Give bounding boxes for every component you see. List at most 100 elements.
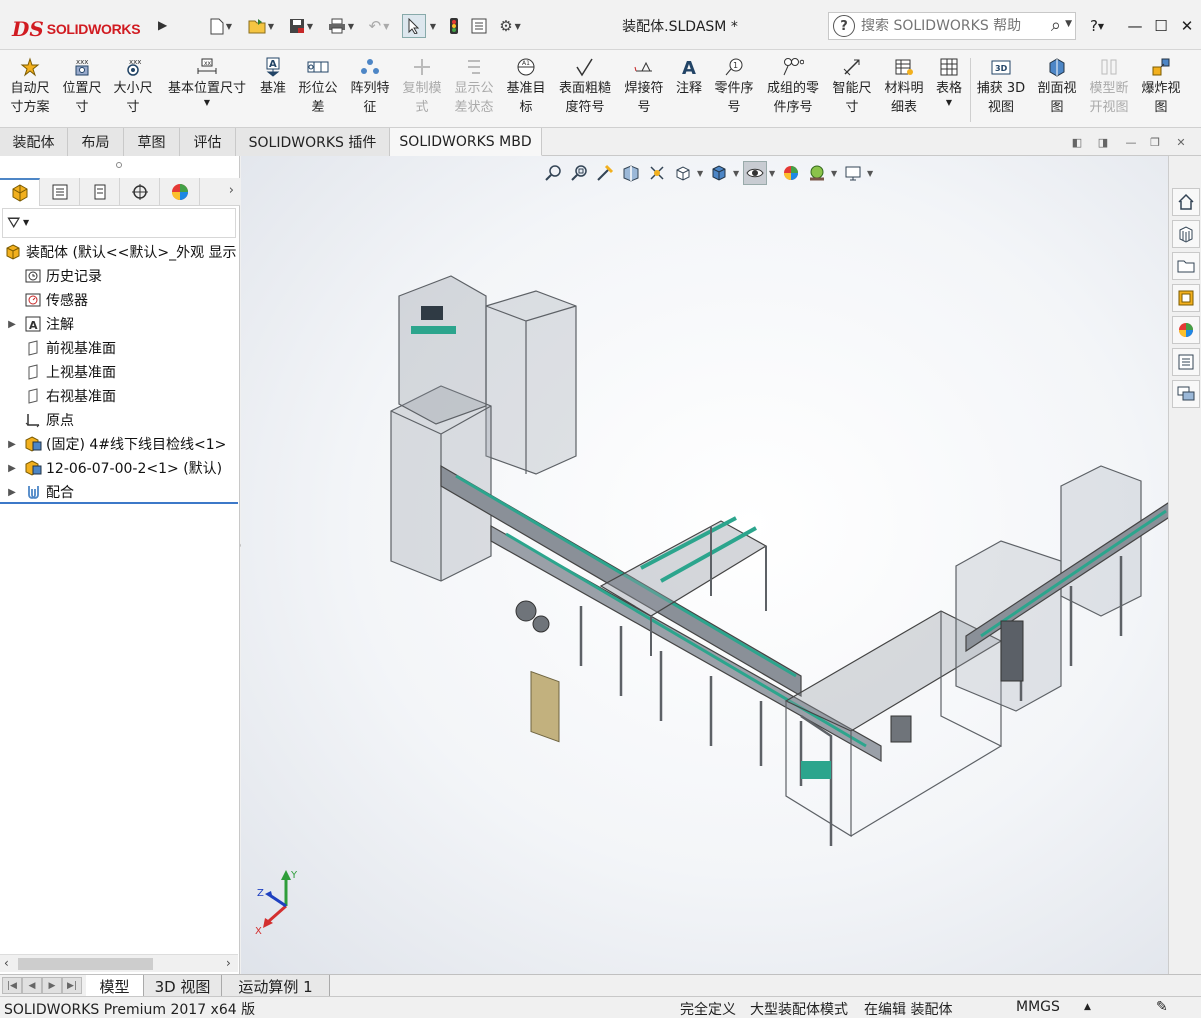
search-dropdown-icon[interactable]: ▼ [1065,19,1072,29]
capture-3d-view-button[interactable]: 3D 捕获 3D 视图 [974,56,1028,117]
filter-dropdown-icon[interactable]: ▼ [23,218,29,227]
size-dimension-button[interactable]: xxx 大小尺 寸 [110,56,156,117]
save-button[interactable]: ▼ [286,14,316,38]
datum-button[interactable]: A 基准 [256,56,290,98]
tree-item-sensors[interactable]: 传感器 [0,288,238,312]
geometric-tolerance-button[interactable]: 形位公 差 [294,56,342,117]
section-view-button[interactable]: 剖面视 图 [1032,56,1082,117]
weld-symbol-button[interactable]: 焊接符 号 [620,56,668,117]
tree-divider[interactable] [0,502,238,504]
tree-item-mates[interactable]: ▶ 配合 [0,480,238,504]
tab-model[interactable]: 模型 [86,975,144,997]
display-manager-tab[interactable] [160,178,200,206]
view-palette-button[interactable] [1172,284,1200,312]
tab-layout[interactable]: 布局 [68,128,124,156]
help-question-icon[interactable]: ? [833,15,855,37]
tree-filter[interactable]: ⛛ ▼ [2,208,236,238]
balloon-button[interactable]: 1 零件序 号 [710,56,758,117]
tree-item-top-plane[interactable]: 上视基准面 [0,360,238,384]
stacked-balloon-button[interactable]: 成组的零 件序号 [762,56,824,117]
undo-button[interactable]: ↶ ▼ [364,14,394,38]
design-library-button[interactable] [1172,220,1200,248]
appearances-scenes-button[interactable] [1172,316,1200,344]
units-dropdown-icon[interactable]: ▲ [1084,1002,1091,1012]
tree-item-annotations[interactable]: ▶ A 注解 [0,312,238,336]
search-icon[interactable]: ⌕ [1051,15,1061,36]
expand-arrow-icon[interactable]: ▶ [6,439,18,450]
surface-finish-button[interactable]: 表面粗糙 度符号 [554,56,616,117]
basic-location-dimension-button[interactable]: xx 基本位置尺寸 ▼ [162,56,252,108]
model-break-view-button[interactable]: 模型断 开视图 [1084,56,1134,117]
pattern-feature-button[interactable]: 阵列特 征 [346,56,394,117]
tab-sketch[interactable]: 草图 [124,128,180,156]
auto-dimension-scheme-button[interactable]: 自动尺 寸方案 [6,56,54,117]
file-properties-button[interactable] [468,14,490,38]
doc-minimize-button[interactable]: — [1124,135,1138,149]
expand-arrow-icon[interactable]: ▶ [6,487,18,498]
tab-assembly[interactable]: 装配体 [0,128,68,156]
configuration-manager-tab[interactable] [80,178,120,206]
assembly-model[interactable] [241,156,1168,974]
forum-button[interactable] [1172,380,1200,408]
table-dropdown-icon[interactable]: ▼ [946,98,952,108]
menu-expand-icon[interactable]: ▶ [158,18,172,34]
more-tabs-icon[interactable]: › [229,183,234,198]
tree-item-subassembly-2[interactable]: ▶ 12-06-07-00-2<1> (默认) [0,456,238,480]
scroll-thumb[interactable] [18,958,153,970]
help-button[interactable]: ? ▼ [1084,14,1110,38]
filter-icon[interactable]: ⛛ [7,213,20,233]
tree-item-right-plane[interactable]: 右视基准面 [0,384,238,408]
table-button[interactable]: 表格 ▼ [932,56,966,108]
scroll-left-icon[interactable]: ‹ [4,956,9,970]
basic-location-dropdown-icon[interactable]: ▼ [204,98,210,108]
exploded-view-button[interactable]: 爆炸视 图 [1136,56,1186,117]
tab-mbd[interactable]: SOLIDWORKS MBD [390,128,542,156]
tab-evaluate[interactable]: 评估 [180,128,236,156]
tree-item-history[interactable]: 历史记录 [0,264,238,288]
tile-left-icon[interactable]: ◧ [1070,135,1084,149]
tile-right-icon[interactable]: ◨ [1096,135,1110,149]
datum-target-button[interactable]: A1 基准目 标 [502,56,550,117]
copy-scheme-button[interactable]: 复制模 式 [398,56,446,117]
rebuild-status-icon[interactable]: ✎ [1156,999,1168,1015]
bom-button[interactable]: 材料明 细表 [880,56,928,117]
smart-dimension-button[interactable]: 智能尺 寸 [828,56,876,117]
solidworks-resources-button[interactable] [1172,188,1200,216]
print-button[interactable]: ▼ [326,14,356,38]
tab-motion-study[interactable]: 运动算例 1 [222,975,330,997]
expand-arrow-icon[interactable]: ▶ [6,319,18,330]
property-manager-tab[interactable] [40,178,80,206]
tab-3d-views[interactable]: 3D 视图 [144,975,222,997]
graphics-area[interactable]: ▼ ▼ ▼ ▼ ▼ Y X Z [241,156,1168,974]
tree-item-root[interactable]: 装配体 (默认<<默认>_外观 显示 [0,240,238,264]
custom-properties-button[interactable] [1172,348,1200,376]
feature-manager-tab[interactable] [0,178,40,206]
file-explorer-button[interactable] [1172,252,1200,280]
units-selector[interactable]: MMGS [1016,999,1060,1015]
tree-horizontal-scrollbar[interactable]: ‹ › [0,954,238,972]
maximize-button[interactable]: ☐ [1148,14,1174,38]
panel-grip[interactable] [116,162,122,168]
close-button[interactable]: ✕ [1174,14,1200,38]
tab-addins[interactable]: SOLIDWORKS 插件 [236,128,390,156]
location-dimension-button[interactable]: xxx 位置尺 寸 [58,56,106,117]
rebuild-button[interactable] [444,14,464,38]
first-tab-icon[interactable]: |◀ [2,977,22,994]
open-button[interactable]: ▼ [246,14,276,38]
doc-restore-button[interactable]: ❐ [1148,135,1162,149]
options-button[interactable]: ⚙ ▼ [494,14,526,38]
doc-close-button[interactable]: ✕ [1174,135,1188,149]
search-input[interactable] [861,18,1031,34]
last-tab-icon[interactable]: ▶| [62,977,82,994]
select-button[interactable] [402,14,426,38]
scroll-right-icon[interactable]: › [226,956,231,970]
show-tolerance-status-button[interactable]: 显示公 差状态 [450,56,498,117]
select-dropdown[interactable]: ▼ [428,14,438,38]
new-document-button[interactable]: ▼ [206,14,236,38]
prev-tab-icon[interactable]: ◀ [22,977,42,994]
note-button[interactable]: A 注释 [672,56,706,98]
next-tab-icon[interactable]: ▶ [42,977,62,994]
minimize-button[interactable]: — [1122,14,1148,38]
dimxpert-manager-tab[interactable] [120,178,160,206]
tree-item-front-plane[interactable]: 前视基准面 [0,336,238,360]
